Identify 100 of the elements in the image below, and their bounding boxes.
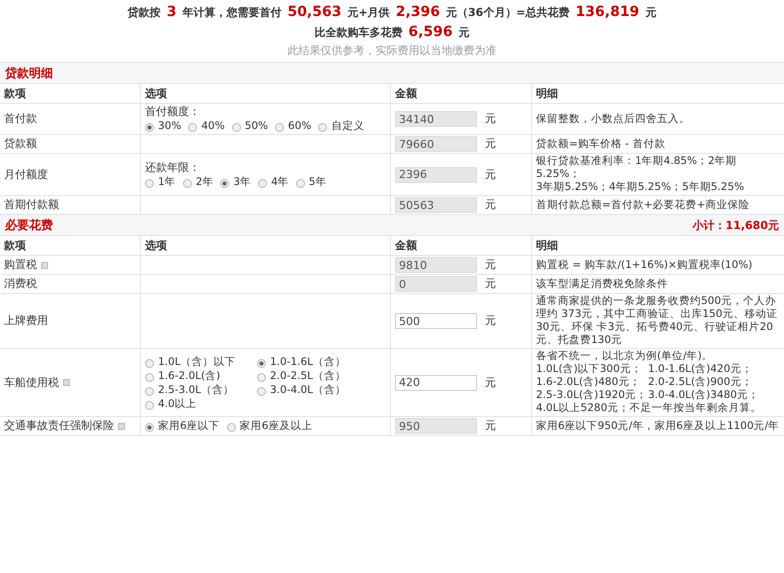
radio-icon[interactable] [145, 400, 154, 410]
radio-icon[interactable] [145, 123, 154, 132]
amount-field[interactable]: 420 [395, 374, 477, 390]
column-header: 金额 [390, 84, 531, 104]
amount-field[interactable]: 34140 [395, 111, 477, 127]
radio-option[interactable]: 1年 [145, 174, 176, 188]
radio-option[interactable]: 2.5-3.0L（含） [145, 382, 257, 396]
unit-text: 元 [485, 258, 496, 272]
subtotal-text: 小计：11,680元 [692, 218, 779, 232]
radio-icon[interactable] [145, 178, 154, 188]
radio-icon[interactable] [145, 386, 154, 396]
detail-text: 4.0L以上5280元；不足一年按当年剩余月算。 [536, 402, 762, 415]
radio-icon[interactable] [145, 358, 154, 368]
column-header: 金额 [390, 236, 531, 256]
radio-option[interactable]: 3年 [220, 174, 252, 188]
summary-value: 3 [166, 4, 176, 20]
column-header: 选项 [140, 84, 390, 104]
detail-text: 贷款额=购车价格 - 首付款 [536, 138, 666, 150]
radio-icon[interactable] [257, 372, 266, 382]
column-header: 款项 [0, 236, 140, 256]
unit-text: 元 [485, 376, 496, 390]
amount-field[interactable]: 50563 [395, 197, 477, 213]
detail-text: 通常商家提供的一条龙服务收费约500元，个人办理约 373元，其中工商验证、出库150元、移动证30元、环保 卡3元、拓号费40元、行驶证相片20元、托盘费130元 [536, 295, 778, 347]
amount-field[interactable]: 79660 [395, 136, 477, 152]
amount-field[interactable]: 500 [395, 313, 477, 329]
radio-icon[interactable] [220, 178, 230, 188]
radio-option[interactable]: 4年 [258, 174, 289, 188]
radio-option[interactable]: 60% [275, 119, 312, 133]
radio-option[interactable]: 2.0-2.5L（含） [257, 368, 383, 382]
radio-option[interactable]: 1.0-1.6L（含） [257, 354, 383, 368]
unit-text: 元 [485, 419, 496, 433]
row-label: 购置税 [4, 258, 37, 272]
rate-text: 2.5-3.0L(含)1920元； [536, 389, 648, 402]
rate-text: 1.6-2.0L(含)480元； [536, 376, 642, 389]
summary-text: 元 [458, 26, 470, 39]
radio-option[interactable]: 自定义 [318, 119, 364, 133]
detail-text: 各省不统一，以北京为例(单位/年)。 [536, 350, 714, 363]
radio-option[interactable]: 30% [145, 119, 182, 133]
column-header: 选项 [140, 236, 390, 256]
summary-value: 2,396 [396, 4, 440, 20]
amount-field[interactable]: 9810 [395, 257, 477, 273]
unit-text: 元 [485, 198, 496, 212]
amount-field[interactable]: 950 [395, 418, 477, 434]
summary-value: 50,563 [287, 4, 342, 20]
summary-text: 年计算，您需要首付 [182, 6, 282, 19]
detail-text: 银行贷款基准利率：1年期4.85%；2年期5.25%； [536, 155, 738, 181]
unit-text: 元 [485, 112, 496, 126]
radio-icon[interactable] [145, 372, 154, 382]
summary-text: 元 [645, 6, 656, 19]
rate-text: 1.0L(含)以下300元； [536, 363, 643, 376]
row-label: 首付款 [4, 112, 37, 126]
radio-option[interactable]: 1.0L（含）以下 [145, 354, 257, 368]
summary-value: 136,819 [576, 4, 640, 20]
radio-option[interactable]: 50% [232, 119, 268, 133]
summary-text: 贷款按 [128, 6, 161, 19]
amount-field[interactable]: 2396 [395, 166, 477, 182]
radio-icon[interactable] [226, 423, 236, 432]
unit-text: 元 [485, 137, 496, 151]
summary-value: 6,596 [408, 24, 453, 40]
info-icon[interactable] [41, 262, 48, 268]
detail-text: 购置税 = 购车款/(1+16%)×购置税率(10%) [536, 258, 754, 272]
radio-option[interactable]: 家用6座及以上 [226, 419, 312, 433]
amount-field[interactable]: 0 [395, 276, 477, 292]
radio-icon[interactable] [275, 123, 284, 132]
option-label: 还款年限： [145, 160, 201, 174]
radio-icon[interactable] [145, 423, 154, 432]
radio-option[interactable]: 2年 [182, 174, 214, 188]
info-icon[interactable] [63, 379, 70, 386]
option-label: 首付额度： [145, 105, 201, 119]
detail-text: 保留整数，小数点后四舍五入。 [536, 112, 691, 126]
summary-text: 比全款购车多花费 [314, 26, 402, 39]
column-header: 明细 [531, 236, 784, 256]
row-label: 首期付款额 [4, 198, 59, 212]
radio-icon[interactable] [257, 358, 266, 368]
row-label: 车船使用税 [4, 376, 59, 390]
radio-icon[interactable] [296, 178, 305, 188]
column-header: 款项 [0, 84, 140, 104]
radio-option[interactable]: 3.0-4.0L（含） [257, 382, 383, 396]
summary-text: 元+月供 [347, 6, 390, 19]
radio-icon[interactable] [318, 123, 328, 132]
radio-icon[interactable] [258, 178, 268, 188]
detail-text: 首期付款总额=首付款+必要花费+商业保险 [536, 198, 750, 212]
radio-option[interactable]: 40% [188, 119, 225, 133]
unit-text: 元 [485, 168, 496, 182]
radio-icon[interactable] [232, 123, 241, 132]
unit-text: 元 [485, 314, 496, 328]
row-label: 上牌费用 [4, 314, 48, 328]
unit-text: 元 [485, 277, 496, 291]
detail-text: 该车型满足消费税免除条件 [536, 278, 669, 290]
radio-icon[interactable] [182, 178, 192, 188]
radio-icon[interactable] [188, 123, 198, 132]
radio-option[interactable]: 1.6-2.0L(含) [145, 368, 257, 382]
radio-option[interactable]: 5年 [296, 174, 326, 188]
radio-option[interactable]: 家用6座以下 [145, 419, 220, 433]
rate-text: 2.0-2.5L(含)900元； [648, 376, 754, 389]
radio-option[interactable]: 4.0以上 [145, 396, 257, 410]
info-icon[interactable] [118, 422, 125, 430]
row-label: 贷款额 [4, 137, 37, 151]
radio-icon[interactable] [257, 386, 266, 396]
detail-text: 家用6座以下950元/年，家用6座及以上1100元/年 [536, 420, 780, 432]
